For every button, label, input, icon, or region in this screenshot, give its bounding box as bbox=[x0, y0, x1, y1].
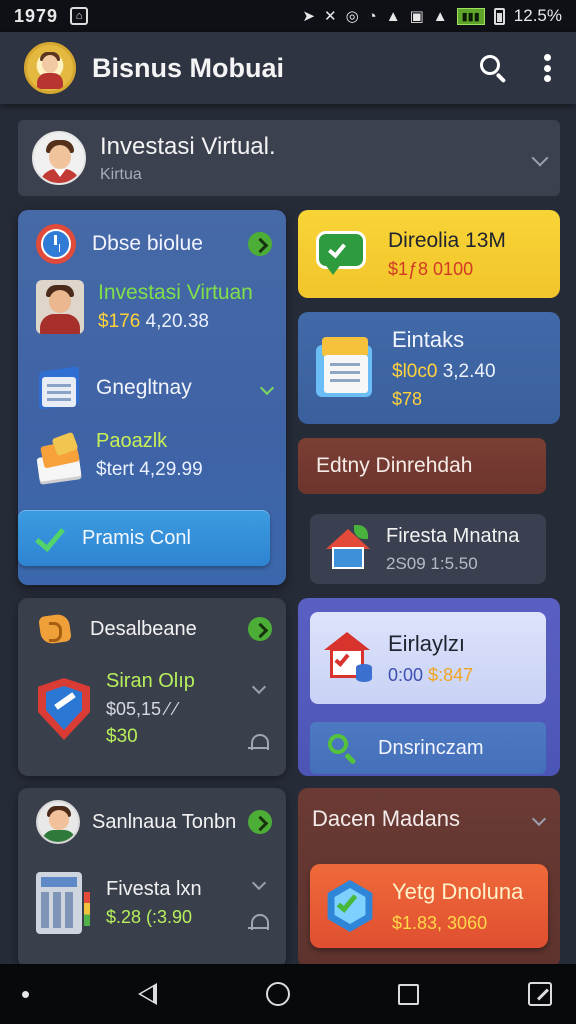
house-icon bbox=[324, 525, 372, 573]
search-icon bbox=[326, 732, 358, 765]
stats-card[interactable]: Eintaks $l0c0 3,2.40 $78 bbox=[298, 312, 560, 424]
battery-icon bbox=[493, 7, 505, 25]
app-title: Bisnus Mobuai bbox=[92, 52, 285, 83]
offers-card-title: Dacen Madans bbox=[312, 806, 460, 831]
stats-card-value-2: $78 bbox=[392, 388, 423, 409]
primary-action-label: Pramis Conl bbox=[82, 526, 191, 549]
offers-card: Dacen Madans Yetg Dnoluna $1.83, 3060 bbox=[298, 788, 560, 968]
primary-action-button[interactable]: Pramis Conl bbox=[18, 510, 270, 566]
status-bar: 1979 ⌂ ➤ ✕ ◎ ◔ ▲ ▣ ▲ ▮▮▮ 12.5% bbox=[0, 0, 576, 32]
package-item-value: $tert 4,29.99 bbox=[96, 459, 203, 480]
security-card: Desalbeane Siran Olıp $05,15 ⁄ ⁄ $30 bbox=[18, 598, 286, 776]
calculator-card: Sanlnaua Tonbn Fivesta lxn $.28 (:3.90 bbox=[18, 788, 286, 968]
security-item[interactable]: Siran Olıp $05,15 ⁄ ⁄ $30 bbox=[36, 670, 272, 748]
arrow-badge-icon[interactable] bbox=[248, 617, 272, 641]
clock-icon bbox=[36, 224, 76, 264]
offer-button-title: Yetg Dnoluna bbox=[392, 878, 524, 904]
notification-icon: ⌂ bbox=[70, 7, 89, 25]
network-type-icon: ▮▮▮ bbox=[456, 7, 485, 25]
property-card[interactable]: Firesta Mnatna 2S09 1:5.50 bbox=[310, 514, 546, 584]
checkmark-icon bbox=[34, 527, 64, 549]
mute-icon: ✕ bbox=[323, 8, 337, 25]
category-item[interactable]: Gnegltnay bbox=[36, 365, 275, 411]
cast-icon: ➤ bbox=[302, 8, 315, 25]
investor-avatar bbox=[36, 280, 84, 334]
home-check-icon bbox=[324, 632, 374, 684]
package-item[interactable]: Paoazlk $tert 4,29.99 bbox=[36, 430, 272, 482]
document-icon bbox=[316, 337, 374, 399]
scroll-icon bbox=[36, 611, 74, 647]
chevron-down-icon[interactable] bbox=[259, 380, 275, 396]
investment-item-value: $176 4,20.38 bbox=[98, 311, 209, 332]
calculator-item[interactable]: Fivesta lxn $.28 (:3.90 bbox=[36, 872, 272, 934]
signal-icon: ▲ bbox=[385, 7, 401, 25]
property-card-title: Firesta Mnatna bbox=[386, 524, 520, 547]
nav-dot-icon bbox=[22, 990, 29, 998]
security-card-title: Desalbeane bbox=[90, 617, 197, 640]
profile-subtitle: Kirtua bbox=[100, 165, 142, 183]
analysis-card: Eirlaylzı 0:00 $:847 Dnsrinczam bbox=[298, 598, 560, 776]
stats-card-title: Eintaks bbox=[392, 326, 465, 352]
documents-stack-icon bbox=[36, 431, 82, 482]
calculator-item-value: $.28 (:3.90 bbox=[106, 907, 193, 927]
system-nav-bar bbox=[0, 964, 576, 1024]
profile-title: Investasi Virtual. bbox=[100, 132, 276, 160]
app-logo-avatar[interactable] bbox=[24, 42, 76, 94]
box-icon bbox=[36, 365, 82, 411]
category-item-title: Gnegltnay bbox=[96, 376, 192, 399]
wifi-icon: ◔ bbox=[367, 7, 377, 25]
status-time: 1979 bbox=[14, 5, 59, 26]
entry-bar-label: Edtny Dinrehdah bbox=[316, 454, 473, 477]
arrow-badge-icon[interactable] bbox=[248, 810, 272, 834]
battery-level: 12.5% bbox=[513, 6, 562, 25]
chevron-down-icon[interactable] bbox=[531, 811, 547, 827]
package-item-title: Paoazlk bbox=[96, 430, 168, 452]
recent-apps-icon[interactable] bbox=[398, 983, 420, 1005]
bell-icon[interactable] bbox=[248, 912, 270, 932]
app-bar: Bisnus Mobuai bbox=[0, 32, 576, 104]
calculator-icon bbox=[36, 872, 90, 934]
lock-icon: ▣ bbox=[409, 8, 424, 25]
back-icon[interactable] bbox=[137, 983, 157, 1005]
search-button[interactable]: Dnsrinczam bbox=[310, 722, 546, 774]
chat-card-value: $1ƒ8 0100 bbox=[388, 258, 474, 279]
entry-bar[interactable]: Edtny Dinrehdah bbox=[298, 438, 546, 494]
arrow-badge-icon[interactable] bbox=[248, 232, 272, 256]
investment-item-title: Investasi Virtuan bbox=[98, 281, 253, 304]
overview-card-title: Dbse biolue bbox=[92, 232, 203, 255]
more-options-icon[interactable] bbox=[542, 54, 552, 82]
security-item-value: $05,15 ⁄ ⁄ bbox=[106, 699, 178, 719]
chat-card-title: Direolia 13M bbox=[388, 228, 506, 252]
chat-card[interactable]: Direolia 13M $1ƒ8 0100 bbox=[298, 210, 560, 298]
security-item-title: Siran Olıp bbox=[106, 670, 195, 692]
analysis-item-value: 0:00 $:847 bbox=[388, 664, 474, 685]
verified-badge-icon bbox=[322, 878, 378, 934]
stats-card-value: $l0c0 3,2.40 bbox=[392, 360, 496, 382]
bell-icon[interactable] bbox=[248, 732, 270, 752]
chevron-down-icon[interactable] bbox=[531, 149, 549, 167]
security-item-value-2: $30 bbox=[106, 726, 138, 747]
calculator-card-title: Sanlnaua Tonbn bbox=[92, 810, 237, 833]
property-card-value: 2S09 1:5.50 bbox=[386, 553, 478, 573]
user-avatar bbox=[32, 131, 86, 185]
calculator-item-title: Fivesta lxn bbox=[106, 878, 202, 900]
offer-button-value: $1.83, 3060 bbox=[392, 912, 488, 933]
location-icon: ◎ bbox=[345, 8, 359, 25]
shield-icon bbox=[36, 676, 92, 742]
edit-icon[interactable] bbox=[528, 982, 552, 1006]
profile-selector[interactable]: Investasi Virtual. Kirtua bbox=[18, 120, 560, 196]
status-icons: ➤ ✕ ◎ ◔ ▲ ▣ ▲ ▮▮▮ 12.5% bbox=[302, 6, 562, 26]
chat-check-icon bbox=[314, 229, 370, 279]
investment-item[interactable]: Investasi Virtuan $176 4,20.38 bbox=[36, 280, 286, 334]
search-button-label: Dnsrinczam bbox=[378, 736, 484, 759]
search-icon[interactable] bbox=[478, 53, 508, 84]
analysis-item-title: Eirlaylzı bbox=[388, 630, 466, 656]
offer-button[interactable]: Yetg Dnoluna $1.83, 3060 bbox=[310, 864, 548, 948]
home-icon[interactable] bbox=[265, 982, 290, 1006]
analysis-item[interactable]: Eirlaylzı 0:00 $:847 bbox=[310, 612, 546, 704]
user-avatar bbox=[36, 800, 80, 844]
signal-icon-2: ▲ bbox=[432, 7, 448, 25]
